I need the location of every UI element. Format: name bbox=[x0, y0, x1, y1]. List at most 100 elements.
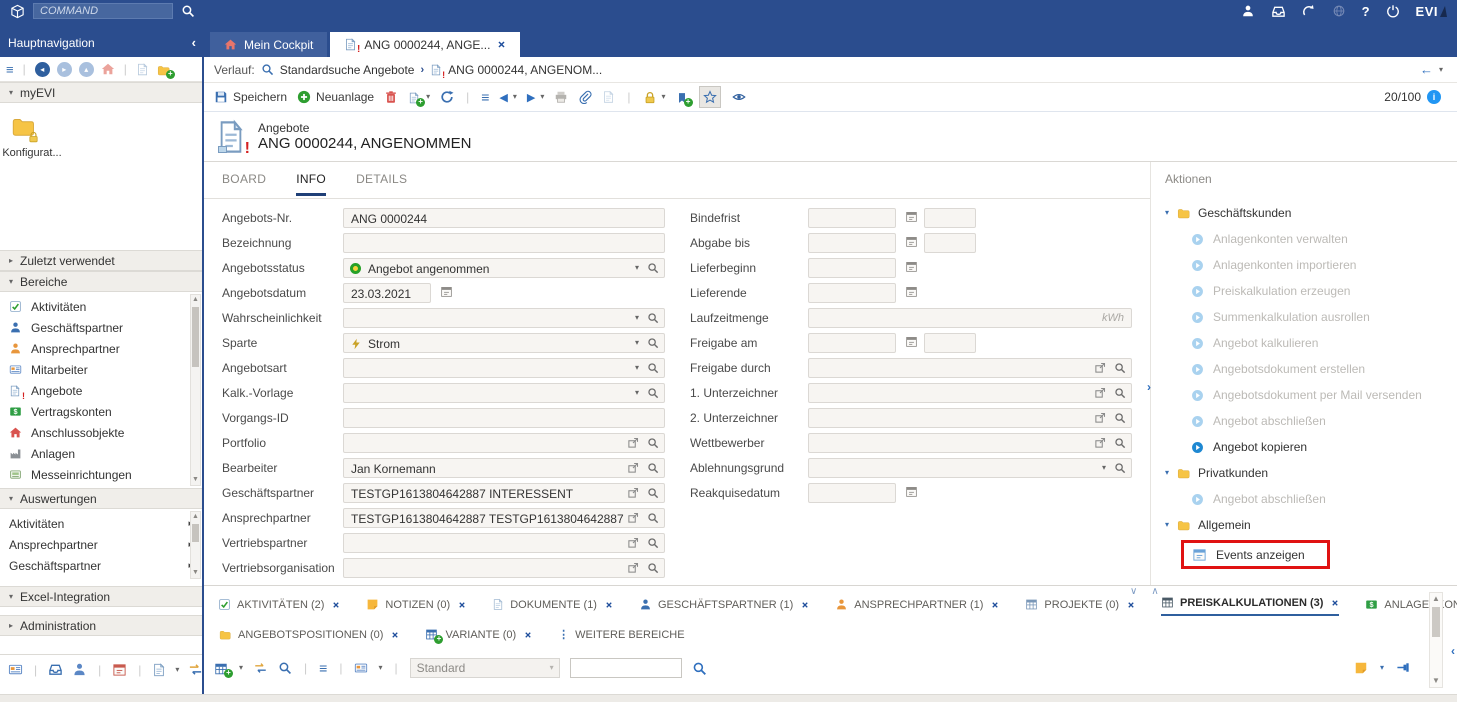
open-record-icon[interactable] bbox=[627, 537, 639, 549]
run-search-icon[interactable] bbox=[692, 661, 707, 676]
notes-icon[interactable] bbox=[8, 662, 23, 677]
geschaeftspartner-field[interactable]: TESTGP1613804642887 INTERESSENT bbox=[343, 483, 665, 503]
tab-record[interactable]: ! ANG 0000244, ANGE... bbox=[330, 32, 520, 57]
bottom-tab-notizen[interactable]: NOTIZEN (0) bbox=[366, 598, 466, 616]
unterzeichner1-field[interactable] bbox=[808, 383, 1132, 403]
list-menu-icon[interactable]: ≡ bbox=[481, 89, 489, 105]
portfolio-field[interactable] bbox=[343, 433, 665, 453]
sidebar-item-messeinrichtungen[interactable]: Messeinrichtungen bbox=[0, 464, 202, 485]
freigabedurch-field[interactable] bbox=[808, 358, 1132, 378]
sparte-field[interactable]: Strom ▾ bbox=[343, 333, 665, 353]
lookup-search-icon[interactable] bbox=[647, 262, 659, 274]
angebotsstatus-field[interactable]: Angebot angenommen ▾ bbox=[343, 258, 665, 278]
calendar-icon[interactable] bbox=[112, 662, 127, 677]
info-icon[interactable]: i bbox=[1427, 90, 1441, 104]
attachment-icon[interactable] bbox=[578, 90, 592, 104]
forward-button[interactable]: ▸ bbox=[57, 62, 72, 77]
kalkvorlage-field[interactable]: ▾ bbox=[343, 383, 665, 403]
command-input[interactable] bbox=[33, 3, 173, 19]
close-tab-icon[interactable] bbox=[1331, 599, 1339, 607]
dropdown-icon[interactable]: ▾ bbox=[635, 364, 639, 372]
open-record-icon[interactable] bbox=[1094, 437, 1106, 449]
calendar-icon[interactable] bbox=[905, 260, 918, 273]
section-administration[interactable]: ▸ Administration bbox=[0, 615, 202, 636]
previous-record-button[interactable]: ◀▾ bbox=[499, 91, 516, 104]
sidebar-item-vertragskonten[interactable]: Vertragskonten bbox=[0, 401, 202, 422]
bereiche-scrollbar[interactable]: ▲▼ bbox=[190, 294, 201, 486]
sidebar-collapse-icon[interactable]: ‹ bbox=[192, 35, 196, 50]
wettbewerber-field[interactable] bbox=[808, 433, 1132, 453]
abgabebis-time-field[interactable] bbox=[924, 233, 976, 253]
open-record-icon[interactable] bbox=[627, 462, 639, 474]
favorite-button[interactable] bbox=[699, 86, 721, 108]
next-record-button[interactable]: ▶▾ bbox=[527, 91, 544, 104]
lookup-search-icon[interactable] bbox=[1114, 437, 1126, 449]
bearbeiter-field[interactable]: Jan Kornemann bbox=[343, 458, 665, 478]
history-back-icon[interactable]: ← bbox=[1420, 62, 1433, 77]
close-tab-icon[interactable] bbox=[524, 631, 532, 639]
open-record-icon[interactable] bbox=[1094, 387, 1106, 399]
abgabebis-date-field[interactable] bbox=[808, 233, 896, 253]
auswertungen-scrollbar[interactable]: ▲▼ bbox=[190, 511, 201, 579]
pin-panel-icon[interactable] bbox=[1396, 660, 1411, 675]
reakquisedatum-field[interactable] bbox=[808, 483, 896, 503]
bottom-tab-angebotspositionen[interactable]: ANGEBOTSPOSITIONEN (0) bbox=[218, 629, 399, 646]
tab-mein-cockpit[interactable]: Mein Cockpit bbox=[210, 32, 327, 57]
close-tab-icon[interactable] bbox=[497, 40, 506, 49]
layout-icon[interactable] bbox=[1354, 661, 1368, 675]
copy-icon[interactable] bbox=[136, 63, 149, 76]
bottom-tab-variante[interactable]: + VARIANTE (0) bbox=[425, 628, 532, 646]
panel-collapse-icon[interactable]: ‹ bbox=[1451, 644, 1455, 658]
lookup-search-icon[interactable] bbox=[647, 562, 659, 574]
sidebar-item-ansprechpartner[interactable]: Ansprechpartner bbox=[0, 338, 202, 359]
ansprechpartner-field[interactable]: TESTGP1613804642887 TESTGP1613804642887 bbox=[343, 508, 665, 528]
close-tab-icon[interactable] bbox=[801, 601, 809, 609]
lookup-search-icon[interactable] bbox=[647, 312, 659, 324]
list-scrollbar[interactable]: ▲▼ bbox=[1429, 592, 1443, 688]
open-record-icon[interactable] bbox=[1094, 362, 1106, 374]
open-record-icon[interactable] bbox=[627, 512, 639, 524]
open-record-icon[interactable] bbox=[627, 562, 639, 574]
section-bereiche[interactable]: ▾ Bereiche bbox=[0, 271, 202, 292]
dropdown-icon[interactable]: ▾ bbox=[540, 93, 544, 101]
transfer-icon[interactable] bbox=[253, 661, 268, 675]
close-tab-icon[interactable] bbox=[1127, 601, 1135, 609]
inbox-icon[interactable] bbox=[48, 662, 63, 677]
wahrscheinlichkeit-field[interactable]: ▾ bbox=[343, 308, 665, 328]
dropdown-icon[interactable]: ▾ bbox=[662, 93, 666, 101]
calendar-icon[interactable] bbox=[905, 210, 918, 223]
lookup-search-icon[interactable] bbox=[647, 487, 659, 499]
dropdown-icon[interactable]: ▾ bbox=[426, 93, 430, 101]
dropdown-icon[interactable]: ▾ bbox=[1380, 664, 1384, 672]
open-record-icon[interactable] bbox=[627, 487, 639, 499]
refresh-icon[interactable] bbox=[440, 90, 454, 104]
unterzeichner2-field[interactable] bbox=[808, 408, 1132, 428]
konfig-folder-icon[interactable] bbox=[8, 115, 38, 139]
bottom-tab-preiskalkulationen[interactable]: PREISKALKULATIONEN (3) bbox=[1161, 596, 1339, 616]
close-tab-icon[interactable] bbox=[605, 601, 613, 609]
bookmark-add-icon[interactable]: + bbox=[676, 90, 689, 104]
close-tab-icon[interactable] bbox=[991, 601, 999, 609]
dropdown-icon[interactable]: ▾ bbox=[635, 264, 639, 272]
lookup-search-icon[interactable] bbox=[647, 512, 659, 524]
copy-record-button[interactable]: + ▾ bbox=[408, 90, 430, 104]
lock-button[interactable]: ▾ bbox=[643, 90, 666, 104]
calendar-icon[interactable] bbox=[905, 235, 918, 248]
bottom-tab-dokumente[interactable]: DOKUMENTE (1) bbox=[492, 598, 613, 616]
bindefrist-time-field[interactable] bbox=[924, 208, 976, 228]
list-menu-icon[interactable]: ≡ bbox=[319, 660, 327, 676]
action-events-anzeigen-highlight[interactable]: Events anzeigen bbox=[1181, 540, 1330, 569]
home-button-icon[interactable] bbox=[101, 62, 115, 76]
bindefrist-date-field[interactable] bbox=[808, 208, 896, 228]
watch-icon[interactable] bbox=[731, 90, 747, 104]
delete-icon[interactable] bbox=[384, 90, 398, 104]
angebotsnr-field[interactable]: ANG 0000244 bbox=[343, 208, 665, 228]
close-tab-icon[interactable] bbox=[458, 601, 466, 609]
lookup-search-icon[interactable] bbox=[647, 387, 659, 399]
back-button[interactable]: ◂ bbox=[35, 62, 50, 77]
command-search-icon[interactable] bbox=[181, 4, 195, 18]
calendar-icon[interactable] bbox=[905, 335, 918, 348]
dropdown-icon[interactable]: ▾ bbox=[635, 339, 639, 347]
lookup-search-icon[interactable] bbox=[647, 437, 659, 449]
sidebar-item-angebote[interactable]: !Angebote bbox=[0, 380, 202, 401]
